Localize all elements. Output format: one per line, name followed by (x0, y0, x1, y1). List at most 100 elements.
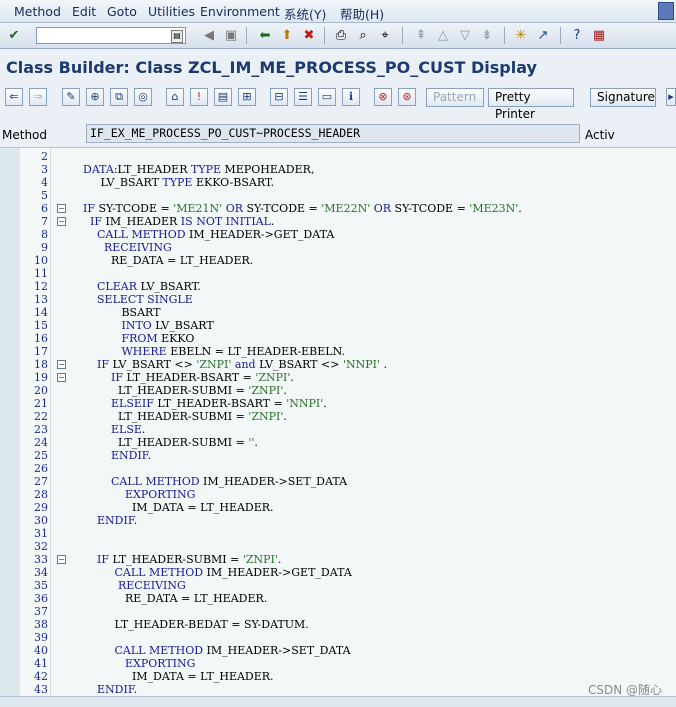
code-line[interactable]: 36 RE_DATA = LT_HEADER. (0, 592, 676, 605)
code-line[interactable]: 20 LT_HEADER-SUBMI = 'ZNPI'. (0, 384, 676, 397)
menu-help[interactable]: 帮助(H) (340, 4, 384, 23)
code-line[interactable]: 5 (0, 189, 676, 202)
menu-system[interactable]: 系统(Y) (284, 4, 326, 23)
code-text: IF IM_HEADER IS NOT INITIAL. (90, 215, 275, 228)
method-name-field[interactable]: IF_EX_ME_PROCESS_PO_CUST~PROCESS_HEADER (86, 124, 580, 143)
code-line[interactable]: 10 RE_DATA = LT_HEADER. (0, 254, 676, 267)
command-history-icon[interactable]: ▤ (171, 30, 183, 43)
menu-edit[interactable]: Edit (72, 4, 96, 19)
code-line[interactable]: 34 CALL METHOD IM_HEADER->GET_DATA (0, 566, 676, 579)
line-number: 34 (34, 566, 48, 579)
code-line[interactable]: 27 CALL METHOD IM_HEADER->SET_DATA (0, 475, 676, 488)
signature-button[interactable]: Signature (590, 88, 656, 107)
collapse-icon[interactable]: − (57, 217, 66, 226)
enter-check-icon[interactable]: ✔ (5, 26, 23, 44)
menu-environment[interactable]: Environment (200, 4, 280, 19)
code-line[interactable]: 43 ENDIF. (0, 683, 676, 696)
back-arrow-icon[interactable]: ⇐ (5, 88, 23, 106)
activate-icon[interactable]: ⌂ (166, 88, 184, 106)
where-used-icon[interactable]: ▤ (214, 88, 232, 106)
session-breakpoint-icon[interactable]: ⊛ (398, 88, 416, 106)
code-line[interactable]: 14 BSART (0, 306, 676, 319)
test-icon[interactable]: ! (190, 88, 208, 106)
code-line[interactable]: 18− IF LV_BSART <> 'ZNPI' and LV_BSART <… (0, 358, 676, 371)
code-text: CALL METHOD IM_HEADER->GET_DATA (97, 228, 335, 241)
other-object-icon[interactable]: ⧉ (110, 88, 128, 106)
code-line[interactable]: 26 (0, 462, 676, 475)
code-line[interactable]: 8 CALL METHOD IM_HEADER->GET_DATA (0, 228, 676, 241)
code-line[interactable]: 21 ELSEIF LT_HEADER-BSART = 'NNPI'. (0, 397, 676, 410)
code-line[interactable]: 23 ELSE. (0, 423, 676, 436)
code-line[interactable]: 41 EXPORTING (0, 657, 676, 670)
code-line[interactable]: 33− IF LT_HEADER-SUBMI = 'ZNPI'. (0, 553, 676, 566)
code-line[interactable]: 25 ENDIF. (0, 449, 676, 462)
info-icon[interactable]: ℹ (342, 88, 360, 106)
first-page-icon[interactable]: ⇞ (412, 26, 430, 44)
code-line[interactable]: 28 EXPORTING (0, 488, 676, 501)
command-field[interactable]: ▤ (36, 27, 186, 44)
navigation-window-icon[interactable]: ⊟ (270, 88, 288, 106)
menu-utilities[interactable]: Utilities (148, 4, 195, 19)
back-arrow-icon[interactable]: ◀ (200, 26, 218, 44)
next-page-icon[interactable]: ▽ (456, 26, 474, 44)
collapse-icon[interactable]: − (57, 360, 66, 369)
line-number: 3 (41, 163, 48, 176)
cancel-icon[interactable]: ✖ (300, 26, 318, 44)
save-icon[interactable]: ▣ (222, 26, 240, 44)
print-icon[interactable]: ⎙ (332, 26, 350, 44)
more-icon[interactable]: ▸ (666, 88, 676, 106)
code-line[interactable]: 22 LT_HEADER-SUBMI = 'ZNPI'. (0, 410, 676, 423)
pretty-printer-button[interactable]: Pretty Printer (488, 88, 574, 121)
code-editor[interactable]: 2 3 DATA:LT_HEADER TYPE MEPOHEADER, 4 LV_BS… (0, 148, 676, 696)
collapse-icon[interactable]: − (57, 555, 66, 564)
code-line[interactable]: 38 LT_HEADER-BEDAT = SY-DATUM. (0, 618, 676, 631)
collapse-icon[interactable]: − (57, 373, 66, 382)
fullscreen-icon[interactable]: ▭ (318, 88, 336, 106)
back-icon[interactable]: ⬅ (256, 26, 274, 44)
code-line[interactable]: 7− IF IM_HEADER IS NOT INITIAL. (0, 215, 676, 228)
code-line[interactable]: 30 ENDIF. (0, 514, 676, 527)
previous-page-icon[interactable]: △ (434, 26, 452, 44)
active-inactive-icon[interactable]: ⊕ (86, 88, 104, 106)
code-line[interactable]: 9 RECEIVING (0, 241, 676, 254)
method-row: Method IF_EX_ME_PROCESS_PO_CUST~PROCESS_… (0, 121, 676, 148)
code-line[interactable]: 11 (0, 267, 676, 280)
code-line[interactable]: 2 (0, 150, 676, 163)
code-line[interactable]: 32 (0, 540, 676, 553)
collapse-icon[interactable]: − (57, 204, 66, 213)
code-line[interactable]: 16 FROM EKKO (0, 332, 676, 345)
code-line[interactable]: 35 RECEIVING (0, 579, 676, 592)
code-line[interactable]: 40 CALL METHOD IM_HEADER->SET_DATA (0, 644, 676, 657)
code-line[interactable]: 3 DATA:LT_HEADER TYPE MEPOHEADER, (0, 163, 676, 176)
menu-goto[interactable]: Goto (107, 4, 137, 19)
code-line[interactable]: 42 IM_DATA = LT_HEADER. (0, 670, 676, 683)
shortcut-icon[interactable]: ↗ (534, 26, 552, 44)
menu-method[interactable]: Method (14, 4, 61, 19)
display-object-list-icon[interactable]: ☰ (294, 88, 312, 106)
forward-arrow-icon[interactable]: ⇒ (29, 88, 47, 106)
exit-icon[interactable]: ⬆ (278, 26, 296, 44)
layout-menu-icon[interactable]: ▦ (590, 26, 608, 44)
check-icon[interactable]: ◎ (134, 88, 152, 106)
code-line[interactable]: 39 (0, 631, 676, 644)
code-line[interactable]: 19− IF LT_HEADER-BSART = 'ZNPI'. (0, 371, 676, 384)
code-line[interactable]: 15 INTO LV_BSART (0, 319, 676, 332)
code-line[interactable]: 13 SELECT SINGLE (0, 293, 676, 306)
code-line[interactable]: 24 LT_HEADER-SUBMI = ''. (0, 436, 676, 449)
display-change-icon[interactable]: ✎ (62, 88, 80, 106)
find-next-icon[interactable]: ⌖ (376, 26, 394, 44)
help-icon[interactable]: ? (568, 26, 586, 44)
code-line[interactable]: 37 (0, 605, 676, 618)
code-line[interactable]: 6− IF SY-TCODE = 'ME21N' OR SY-TCODE = 'M… (0, 202, 676, 215)
code-line[interactable]: 17 WHERE EBELN = LT_HEADER-EBELN. (0, 345, 676, 358)
pattern-button[interactable]: Pattern (426, 88, 484, 107)
code-line[interactable]: 4 LV_BSART TYPE EKKO-BSART. (0, 176, 676, 189)
object-list-icon[interactable]: ⊞ (238, 88, 256, 106)
breakpoint-icon[interactable]: ⊗ (374, 88, 392, 106)
new-session-icon[interactable]: ✳ (512, 26, 530, 44)
last-page-icon[interactable]: ⇟ (478, 26, 496, 44)
find-icon[interactable]: ⌕ (354, 26, 372, 44)
code-line[interactable]: 31 (0, 527, 676, 540)
code-line[interactable]: 29 IM_DATA = LT_HEADER. (0, 501, 676, 514)
code-line[interactable]: 12 CLEAR LV_BSART. (0, 280, 676, 293)
